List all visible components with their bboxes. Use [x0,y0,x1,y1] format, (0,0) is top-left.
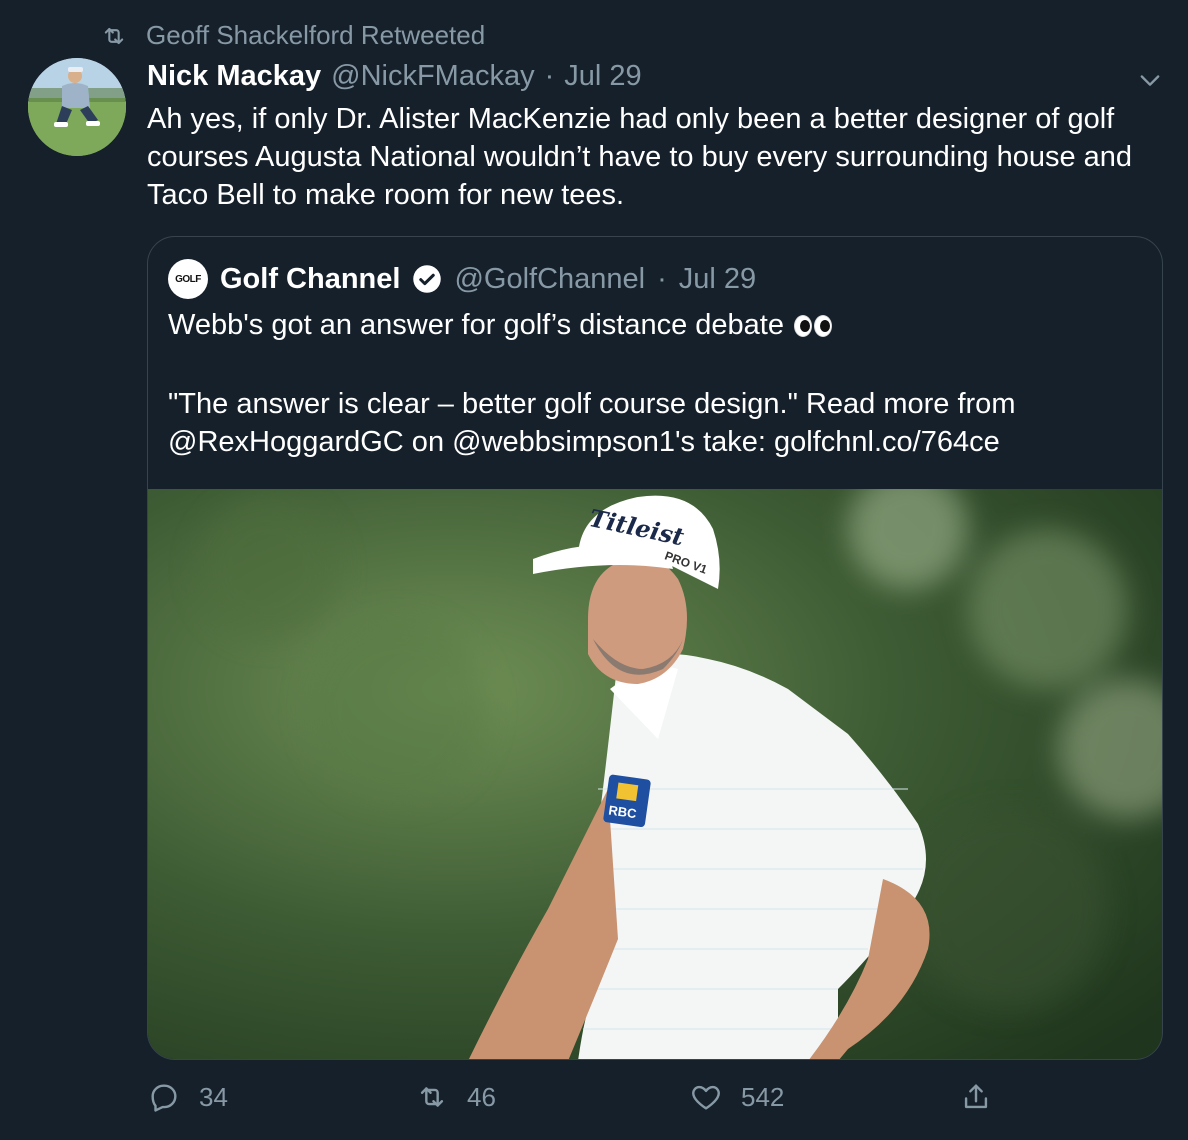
quoted-tweet[interactable]: GOLF Golf Channel @GolfChannel · Jul 29 … [147,236,1163,1060]
share-icon [964,1084,988,1109]
retweet-icon [104,27,124,44]
reply-count: 34 [199,1081,228,1112]
retweet-header-text[interactable]: Geoff Shackelford Retweeted [146,20,485,51]
reply-button[interactable]: 34 [147,1080,228,1114]
separator-dot: · [544,60,555,92]
quoted-author-handle[interactable]: @GolfChannel [454,263,645,296]
tweet-actions: 34 46 542 [147,1080,1007,1124]
verified-badge-icon [413,265,442,293]
quoted-tweet-photo[interactable]: Titleist PRO V1 RBC [148,489,1162,1059]
like-button[interactable]: 542 [689,1080,784,1114]
tweet-card[interactable]: Geoff Shackelford Retweeted Nick Mackay … [0,0,1188,1140]
golf-channel-logo: GOLF [168,259,208,299]
retweet-icon [420,1087,444,1107]
author-handle[interactable]: @NickFMackay [331,60,534,93]
quoted-text-paragraph: "The answer is clear – better golf cours… [168,388,1016,458]
heart-icon [692,1085,720,1110]
like-count: 542 [741,1081,785,1112]
separator-dot: · [657,262,667,295]
eyes-emoji-icon [793,314,832,337]
avatar[interactable] [28,58,126,156]
share-button[interactable] [959,1080,993,1114]
chevron-down-icon[interactable] [1136,66,1164,94]
tweet-author-line: Nick Mackay @NickFMackay · Jul 29 [147,60,642,93]
quoted-author-line: GOLF Golf Channel @GolfChannel · Jul 29 [168,259,756,299]
retweet-button[interactable]: 46 [415,1080,496,1114]
quoted-author-name[interactable]: Golf Channel [220,263,400,296]
retweet-header: Geoff Shackelford Retweeted [100,20,485,51]
tweet-date[interactable]: Jul 29 [564,60,641,93]
tweet-text: Ah yes, if only Dr. Alister MacKenzie ha… [147,103,1133,211]
quoted-tweet-date[interactable]: Jul 29 [679,263,756,296]
quoted-text-line: Webb's got an answer for golf’s distance… [168,309,832,342]
retweet-count: 46 [467,1081,496,1112]
author-name[interactable]: Nick Mackay [147,60,321,93]
quoted-text-first: Webb's got an answer for golf’s distance… [168,309,784,341]
reply-icon [151,1084,177,1112]
